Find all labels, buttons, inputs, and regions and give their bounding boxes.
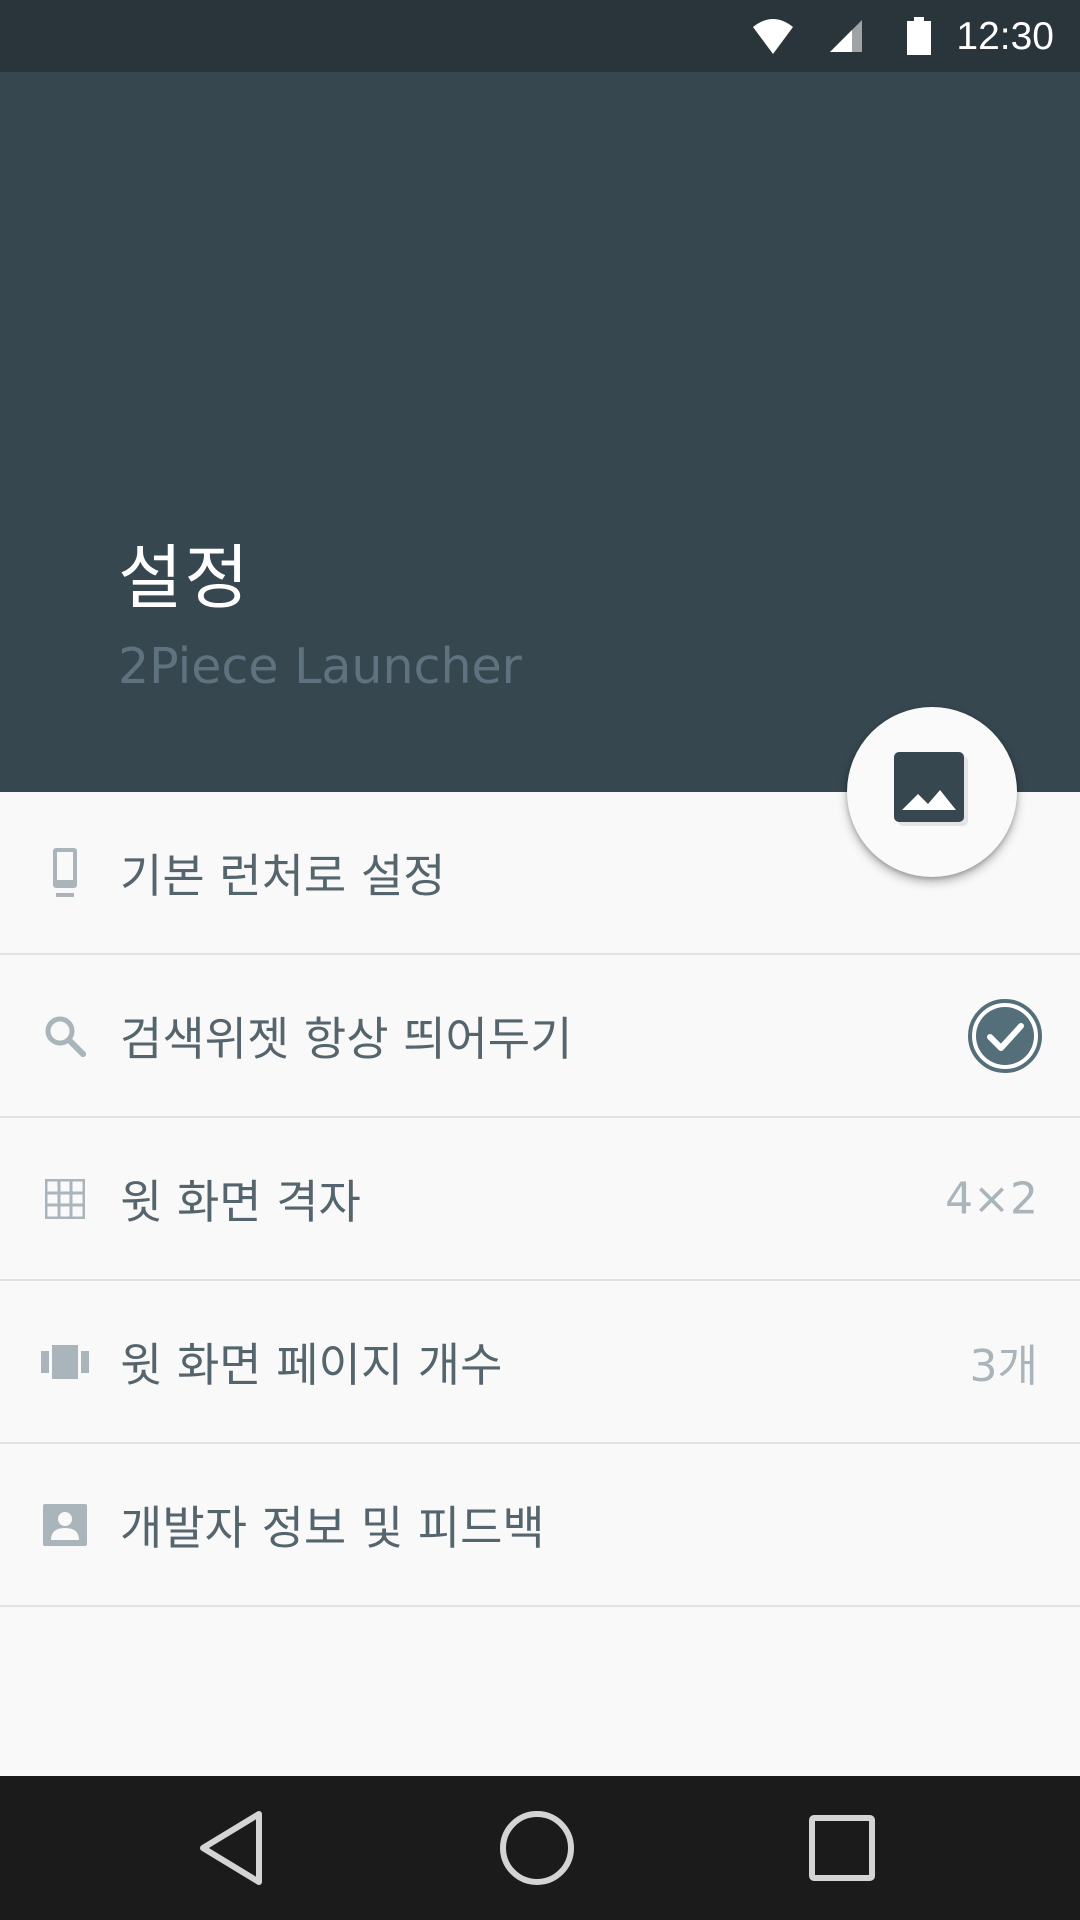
setting-label: 검색위젯 항상 띄어두기: [120, 1011, 573, 1066]
setting-label: 윗 화면 페이지 개수: [120, 1337, 503, 1392]
home-icon[interactable]: [467, 1776, 607, 1920]
checked-toggle-icon[interactable]: [968, 998, 1042, 1073]
grid-icon: [40, 1174, 90, 1224]
setting-label: 개발자 정보 및 피드백: [120, 1500, 545, 1555]
carousel-icon: [40, 1337, 90, 1387]
setting-top-screen-page-count[interactable]: 윗 화면 페이지 개수 3개: [0, 1281, 1080, 1444]
phone-icon: [40, 847, 90, 898]
battery-icon: [904, 0, 934, 72]
navigation-bar: [0, 1776, 1080, 1920]
status-clock: 12:30: [956, 15, 1054, 58]
setting-search-widget[interactable]: 검색위젯 항상 띄어두기: [0, 955, 1080, 1118]
contact-icon: [40, 1500, 90, 1550]
settings-screen: 12:30 설정 2Piece Launcher 기본 런처로 설정 검색위젯 …: [0, 0, 1080, 1920]
setting-top-screen-grid[interactable]: 윗 화면 격자 4×2: [0, 1118, 1080, 1281]
cell-signal-icon: [826, 0, 866, 72]
page-title: 설정: [118, 537, 251, 619]
settings-list: 기본 런처로 설정 검색위젯 항상 띄어두기 윗 화면 격자 4×2 윗 화면 …: [0, 792, 1080, 1607]
recents-icon[interactable]: [772, 1776, 912, 1920]
setting-label: 윗 화면 격자: [120, 1174, 361, 1229]
status-bar: 12:30: [0, 0, 1080, 72]
back-icon[interactable]: [162, 1776, 302, 1920]
wallpaper-fab-button[interactable]: [847, 707, 1017, 877]
setting-label: 기본 런처로 설정: [120, 848, 446, 903]
settings-header: 설정 2Piece Launcher: [0, 72, 1080, 792]
search-icon: [40, 1011, 90, 1061]
setting-value: 3개: [969, 1340, 1038, 1392]
app-name-subtitle: 2Piece Launcher: [118, 638, 522, 695]
setting-value: 4×2: [945, 1173, 1038, 1224]
setting-developer-info[interactable]: 개발자 정보 및 피드백: [0, 1444, 1080, 1607]
image-icon: [894, 752, 970, 832]
wifi-icon: [750, 0, 796, 72]
